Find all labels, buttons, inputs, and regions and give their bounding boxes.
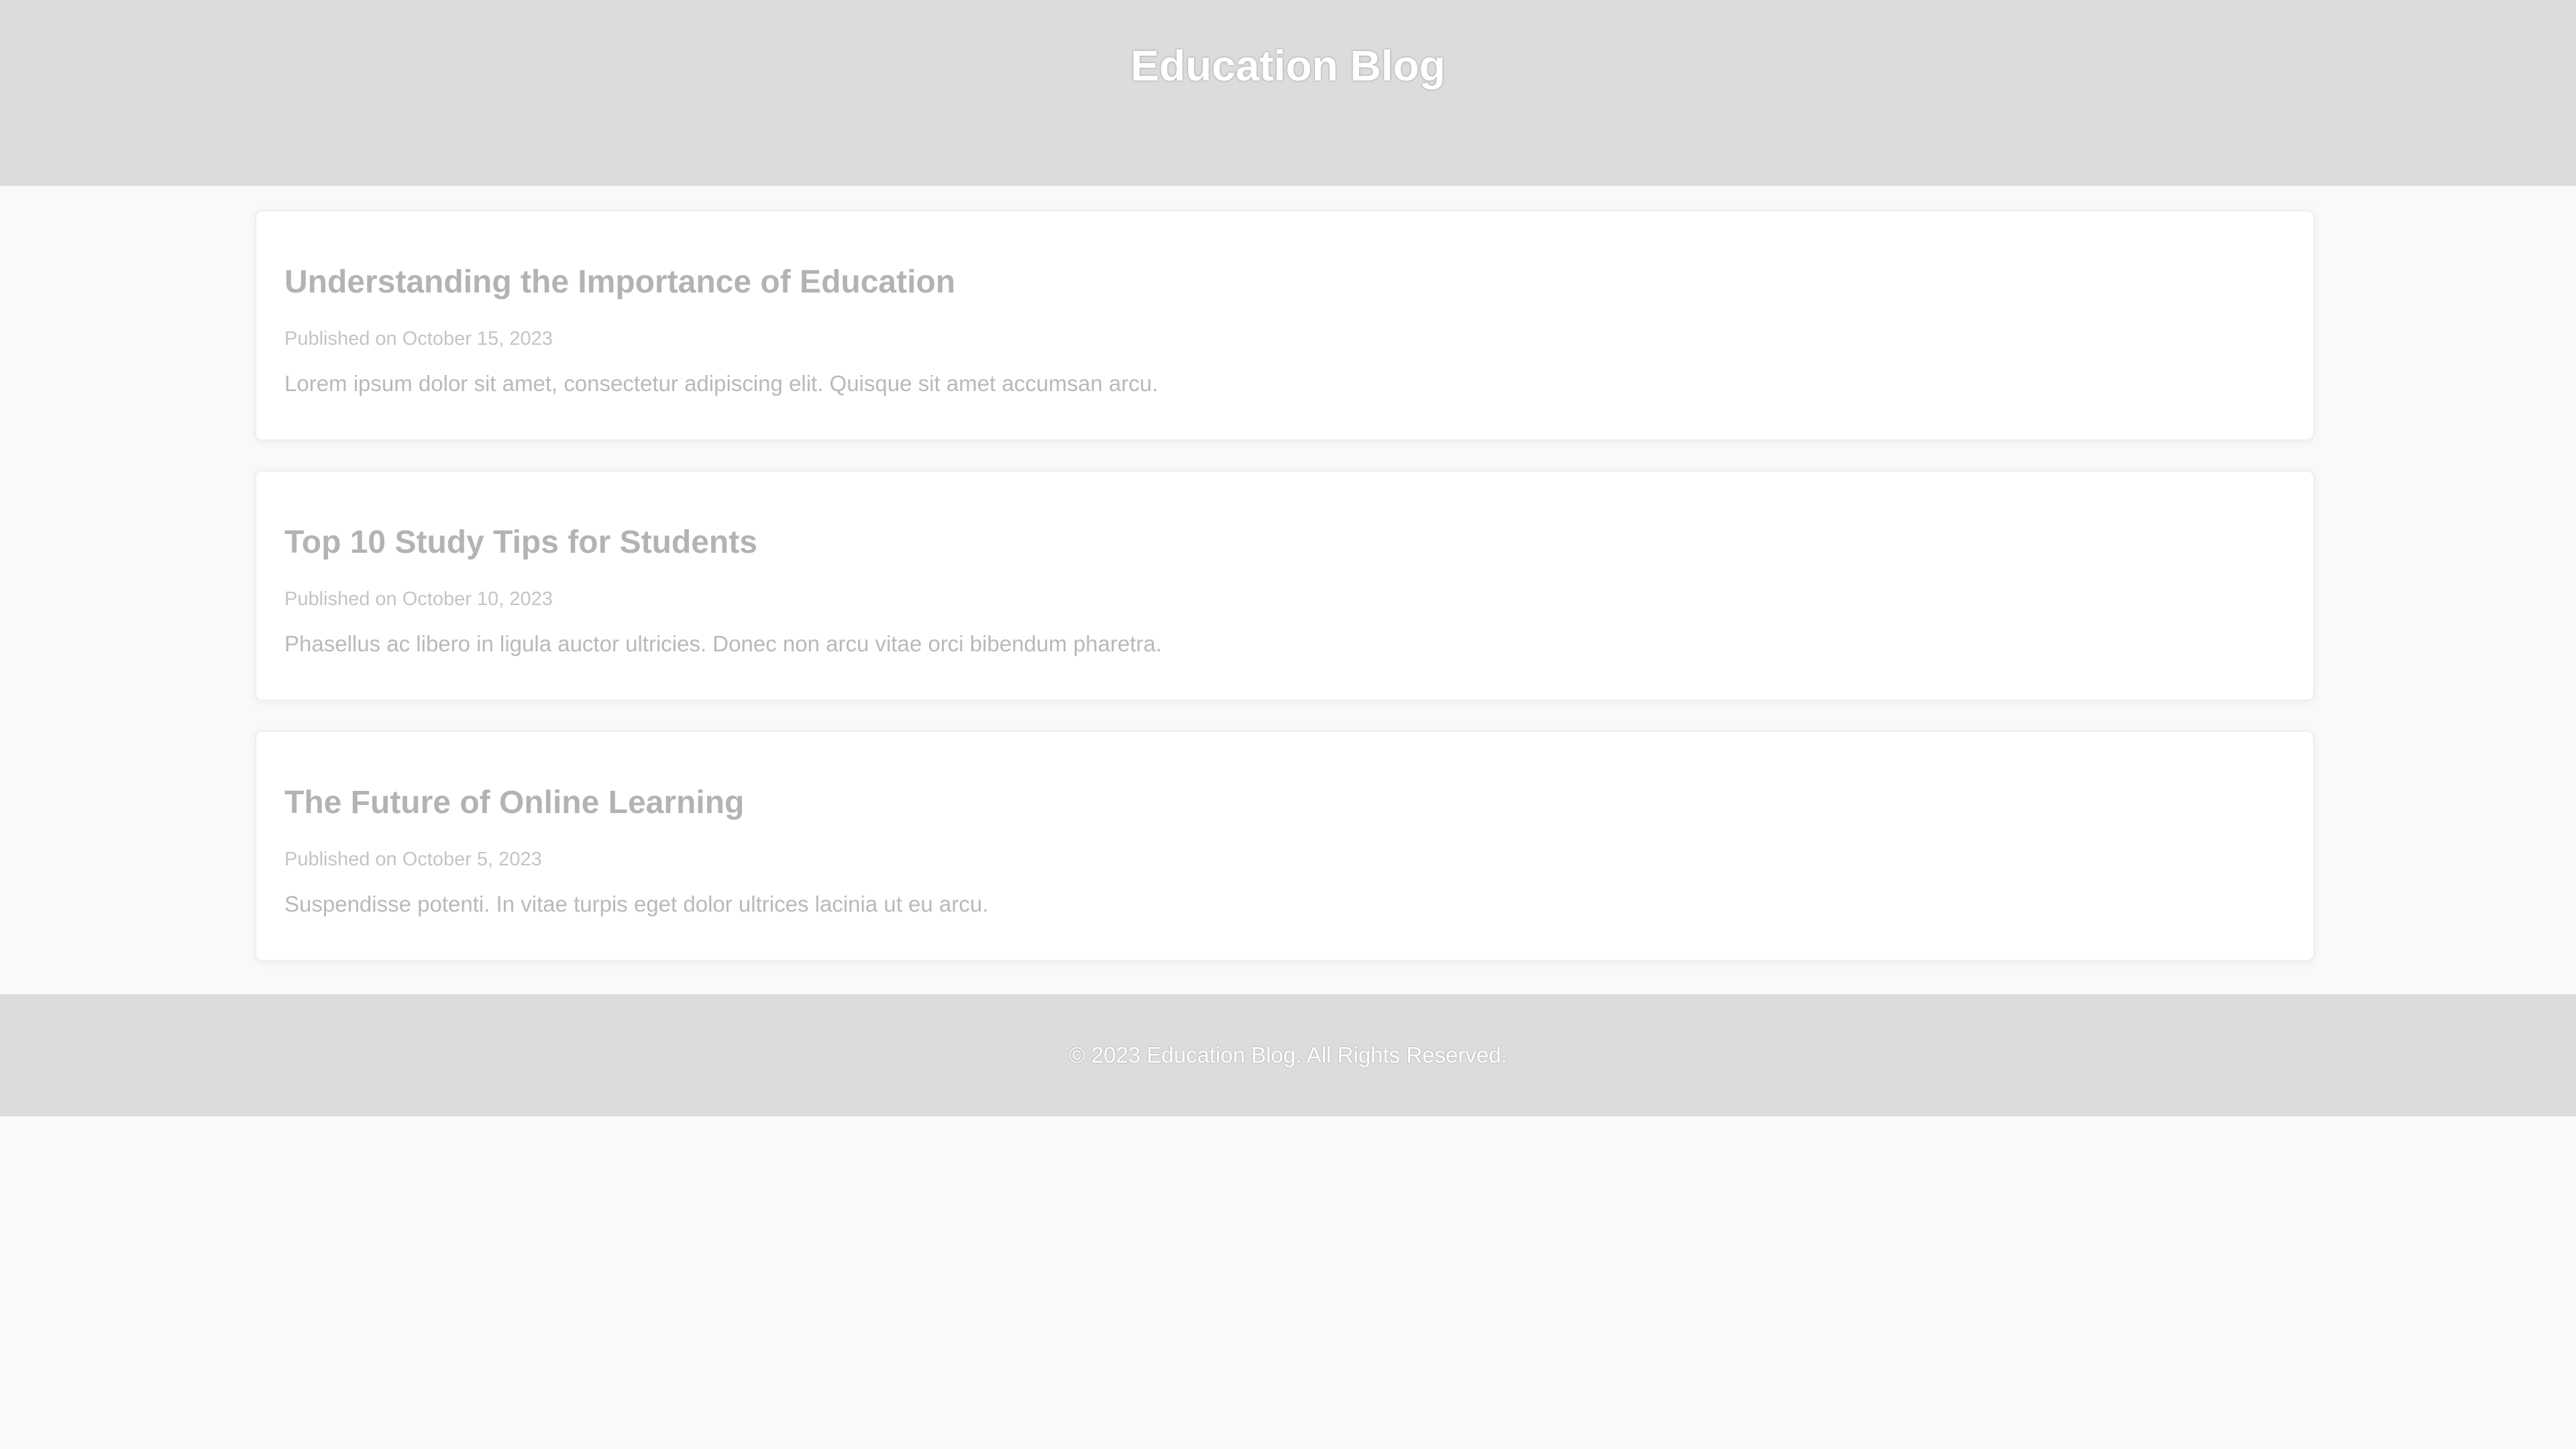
post-excerpt: Phasellus ac libero in ligula auctor ult… xyxy=(284,631,1162,656)
post-date: Published on October 10, 2023 xyxy=(284,588,553,610)
post-title[interactable]: Understanding the Importance of Educatio… xyxy=(284,262,955,303)
site-title[interactable]: Education Blog xyxy=(0,39,2576,93)
post-card[interactable]: The Future of Online Learning Published … xyxy=(255,731,2314,961)
post-title[interactable]: The Future of Online Learning xyxy=(284,783,744,823)
post-date: Published on October 15, 2023 xyxy=(284,328,553,350)
post-list: Understanding the Importance of Educatio… xyxy=(0,186,2576,994)
post-excerpt: Suspendisse potenti. In vitae turpis ege… xyxy=(284,892,989,916)
post-card[interactable]: Understanding the Importance of Educatio… xyxy=(255,210,2314,441)
post-card[interactable]: Top 10 Study Tips for Students Published… xyxy=(255,470,2314,701)
site-footer: © 2023 Education Blog. All Rights Reserv… xyxy=(0,994,2576,1116)
post-date: Published on October 5, 2023 xyxy=(284,849,542,870)
post-title[interactable]: Top 10 Study Tips for Students xyxy=(284,523,757,563)
post-excerpt: Lorem ipsum dolor sit amet, consectetur … xyxy=(284,371,1159,396)
site-header: Education Blog xyxy=(0,0,2576,186)
copyright-text: © 2023 Education Blog. All Rights Reserv… xyxy=(1069,1042,1507,1067)
